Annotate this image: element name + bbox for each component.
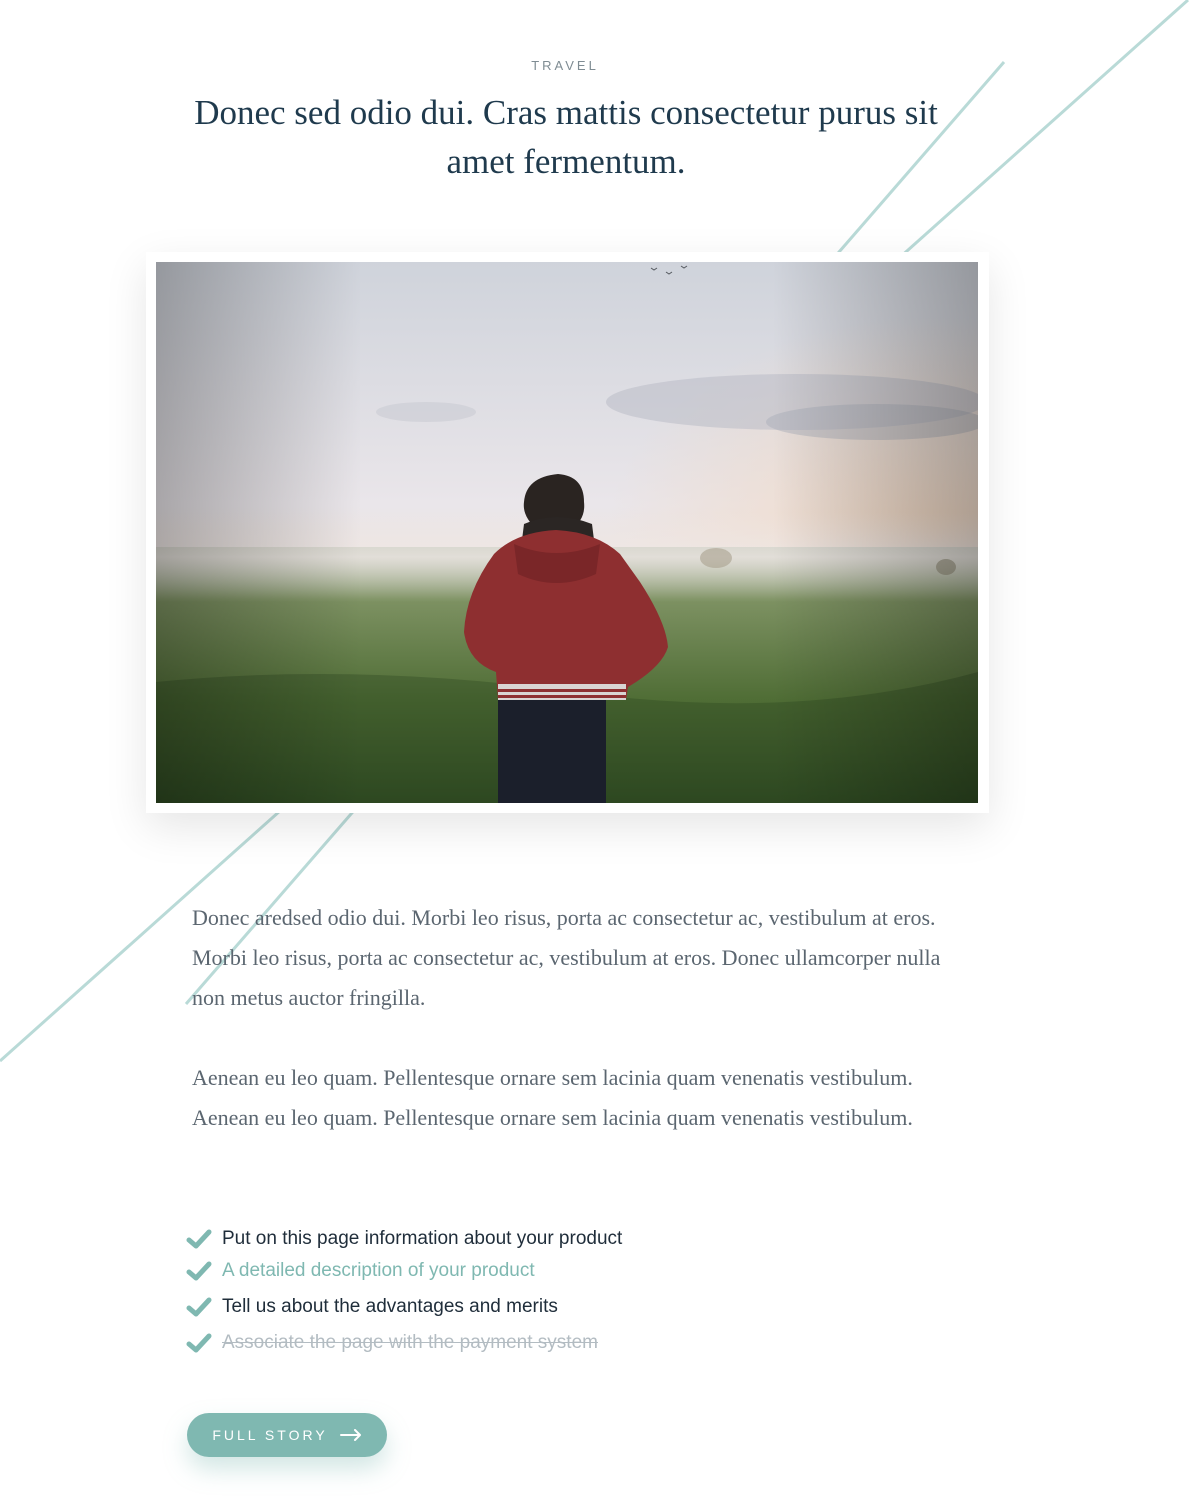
- arrow-right-icon: [339, 1429, 361, 1441]
- check-icon: [186, 1333, 212, 1353]
- checklist-item-label: A detailed description of your product: [222, 1260, 535, 1281]
- checklist-item-label: Put on this page information about your …: [222, 1228, 623, 1249]
- full-story-button[interactable]: FULL STORY: [187, 1413, 387, 1457]
- checklist-item: A detailed description of your product: [186, 1256, 535, 1286]
- check-icon: [186, 1261, 212, 1281]
- article-paragraph: Aenean eu leo quam. Pellentesque ornare …: [192, 1065, 913, 1130]
- check-icon: [186, 1297, 212, 1317]
- checklist-item: Associate the page with the payment syst…: [186, 1328, 598, 1358]
- checklist-item: Tell us about the advantages and merits: [186, 1292, 558, 1322]
- checklist-item-label: Associate the page with the payment syst…: [222, 1332, 598, 1353]
- hero-image-frame: [146, 252, 989, 813]
- checklist-item: Put on this page information about your …: [186, 1224, 622, 1254]
- check-icon: [186, 1229, 212, 1249]
- hero-image: [156, 262, 978, 803]
- article-title: Donec sed odio dui. Cras mattis consecte…: [194, 93, 938, 181]
- full-story-button-label: FULL STORY: [212, 1427, 328, 1443]
- checklist-item-label: Tell us about the advantages and merits: [222, 1296, 558, 1317]
- category-label: TRAVEL: [531, 58, 599, 73]
- article-paragraph: Donec aredsed odio dui. Morbi leo risus,…: [192, 905, 941, 1010]
